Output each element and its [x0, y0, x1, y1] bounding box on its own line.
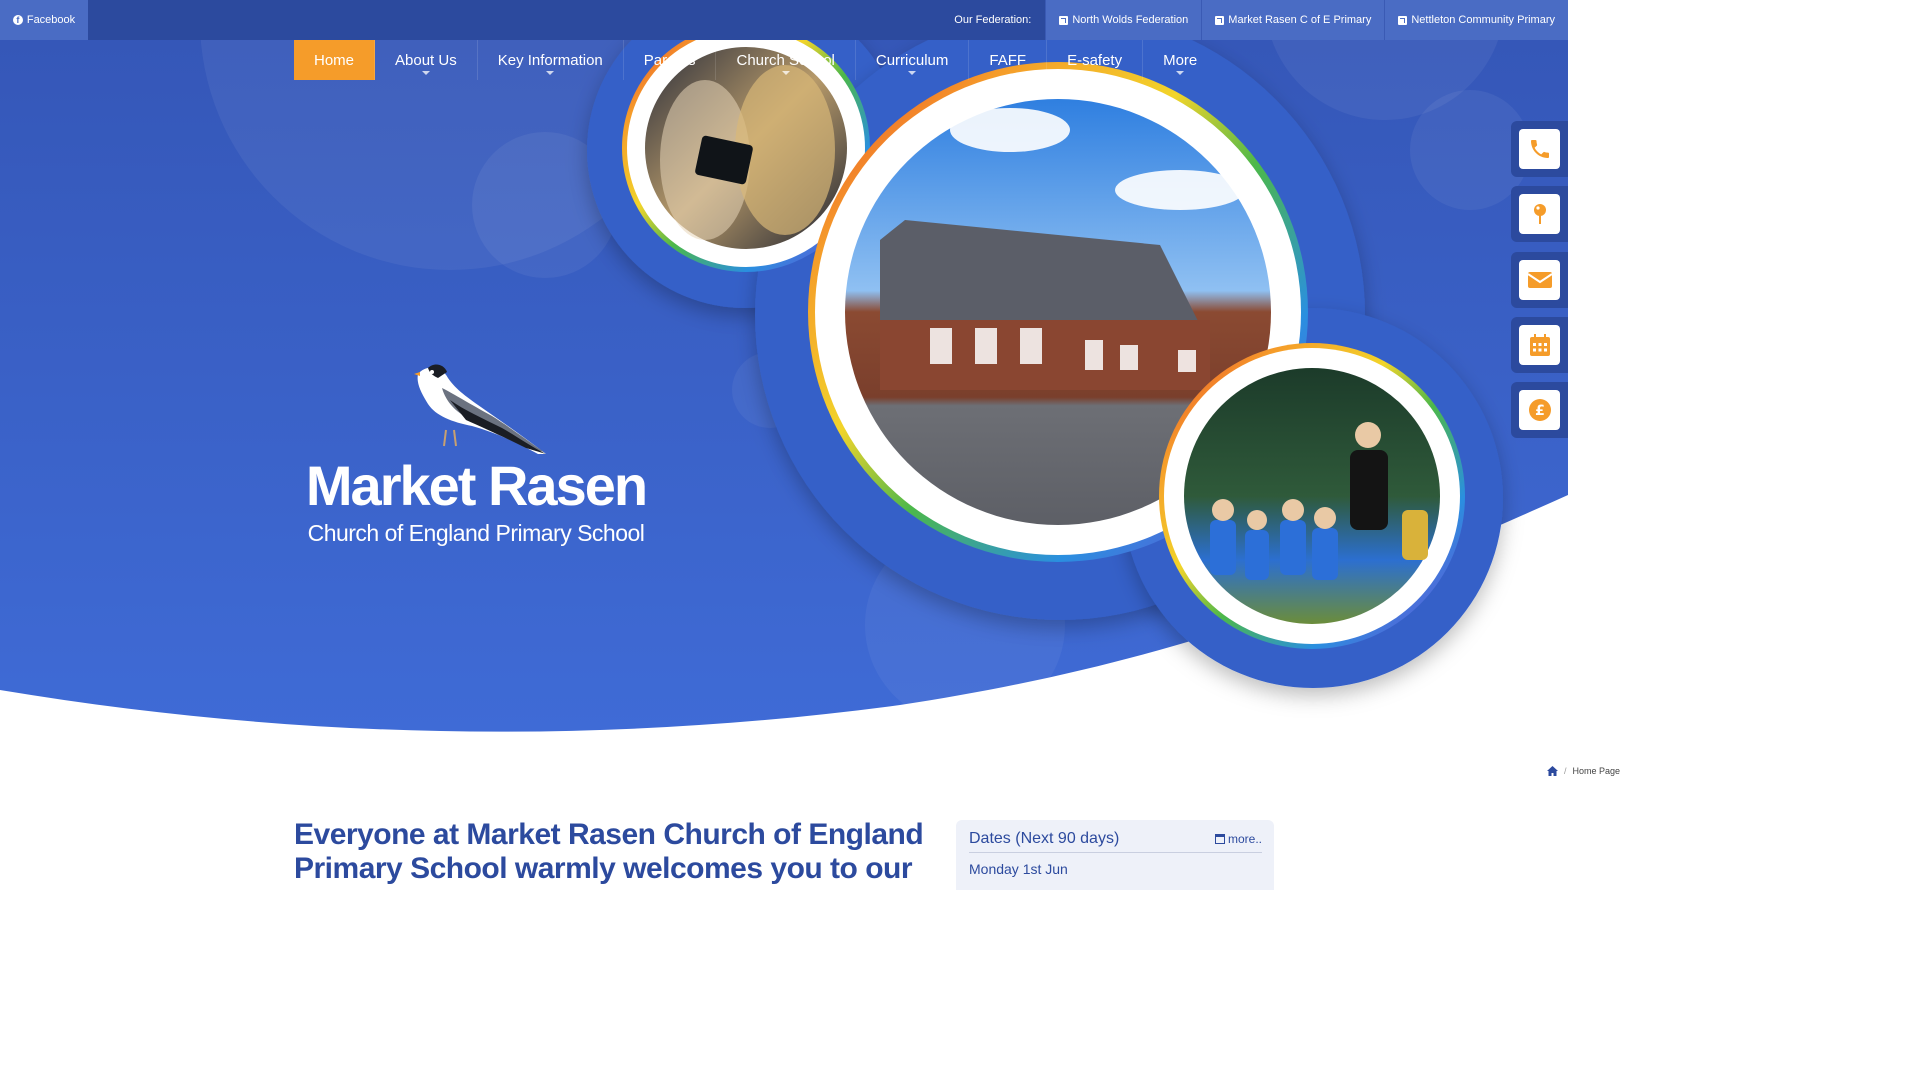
quick-link-phone[interactable] [1511, 121, 1568, 177]
caret-down-icon [665, 71, 674, 75]
external-link-icon [1215, 15, 1225, 25]
facebook-icon: f [12, 15, 23, 25]
dates-more-label: more.. [1227, 832, 1262, 846]
calendar-icon [1214, 834, 1225, 844]
main-nav: Home About Us Key Information Parents Ch… [294, 40, 1217, 80]
nav-curriculum[interactable]: Curriculum [856, 40, 970, 80]
wagtail-bird-icon [414, 364, 546, 454]
quick-link-email[interactable] [1511, 252, 1568, 308]
nav-label: FAFF [989, 51, 1027, 69]
email-button[interactable] [1519, 260, 1560, 300]
nav-label: E-safety [1067, 51, 1123, 69]
dates-more-link[interactable]: more.. [1214, 832, 1262, 846]
facebook-link[interactable]: f Facebook [0, 0, 88, 40]
nav-e-safety[interactable]: E-safety [1047, 40, 1144, 80]
quick-link-calendar[interactable] [1511, 317, 1568, 373]
nav-church-school[interactable]: Church School [716, 40, 856, 80]
nav-label: Curriculum [875, 51, 949, 69]
quick-link-payments[interactable]: £ [1511, 382, 1568, 438]
dates-title: Dates (Next 90 days) [969, 830, 1120, 847]
federation-link-label: Nettleton Community Primary [1411, 14, 1555, 26]
dates-panel: Dates (Next 90 days) more.. Monday 1st J… [956, 820, 1274, 890]
welcome-heading: Everyone at Market Rasen Church of Engla… [294, 818, 924, 885]
federation-link-market-rasen[interactable]: Market Rasen C of E Primary [1201, 0, 1385, 40]
nav-label: Key Information [497, 51, 603, 69]
location-button[interactable] [1519, 194, 1560, 234]
nav-label: Parents [643, 51, 696, 69]
nav-label: Home [314, 51, 355, 69]
svg-text:£: £ [1535, 403, 1545, 419]
nav-key-information[interactable]: Key Information [478, 40, 624, 80]
dates-header: Dates (Next 90 days) more.. [969, 830, 1262, 853]
breadcrumb-current: Home Page [1572, 766, 1620, 776]
federation-link-nettleton[interactable]: Nettleton Community Primary [1384, 0, 1568, 40]
home-icon[interactable] [1546, 766, 1558, 776]
caret-down-icon [546, 71, 555, 75]
nav-label: Church School [736, 51, 835, 69]
calendar-button[interactable] [1519, 325, 1560, 365]
external-link-icon [1059, 15, 1069, 25]
hero-background [0, 40, 1568, 732]
external-link-icon [1398, 15, 1408, 25]
payments-button[interactable]: £ [1519, 390, 1560, 430]
federation-link-north-wolds[interactable]: North Wolds Federation [1045, 0, 1202, 40]
federation-link-label: North Wolds Federation [1072, 14, 1189, 26]
nav-label: More [1163, 51, 1198, 69]
hero-banner: Market Rasen Church of England Primary S… [0, 40, 1568, 740]
nav-label: About Us [395, 51, 457, 69]
nav-about-us[interactable]: About Us [375, 40, 478, 80]
logo-title: Market Rasen [305, 454, 648, 517]
nav-faff[interactable]: FAFF [969, 40, 1048, 80]
top-bar: f Facebook Our Federation: North Wolds F… [0, 0, 1568, 40]
phone-icon [1530, 140, 1549, 158]
envelope-icon [1526, 272, 1553, 288]
quick-link-location[interactable] [1511, 186, 1568, 242]
nav-more[interactable]: More [1143, 40, 1217, 80]
calendar-icon [1529, 334, 1550, 356]
logo-subtitle: Church of England Primary School [307, 520, 645, 546]
caret-down-icon [1176, 71, 1185, 75]
caret-down-icon [908, 71, 917, 75]
pound-icon: £ [1528, 399, 1551, 421]
nav-home[interactable]: Home [294, 40, 376, 80]
nav-parents[interactable]: Parents [624, 40, 717, 80]
phone-button[interactable] [1519, 129, 1560, 169]
breadcrumb-separator: / [1563, 766, 1567, 776]
map-pin-icon [1533, 204, 1546, 224]
federation-label: Our Federation: [954, 14, 1032, 26]
dates-item-date: Monday 1st Jun [969, 861, 1068, 877]
federation-links: Our Federation: North Wolds Federation M… [954, 0, 1568, 40]
breadcrumb: / Home Page [1546, 766, 1620, 776]
caret-down-icon [781, 71, 790, 75]
school-logo[interactable]: Market Rasen Church of England Primary S… [296, 360, 656, 547]
caret-down-icon [421, 71, 430, 75]
facebook-label: Facebook [26, 14, 76, 26]
federation-link-label: Market Rasen C of E Primary [1228, 14, 1372, 26]
